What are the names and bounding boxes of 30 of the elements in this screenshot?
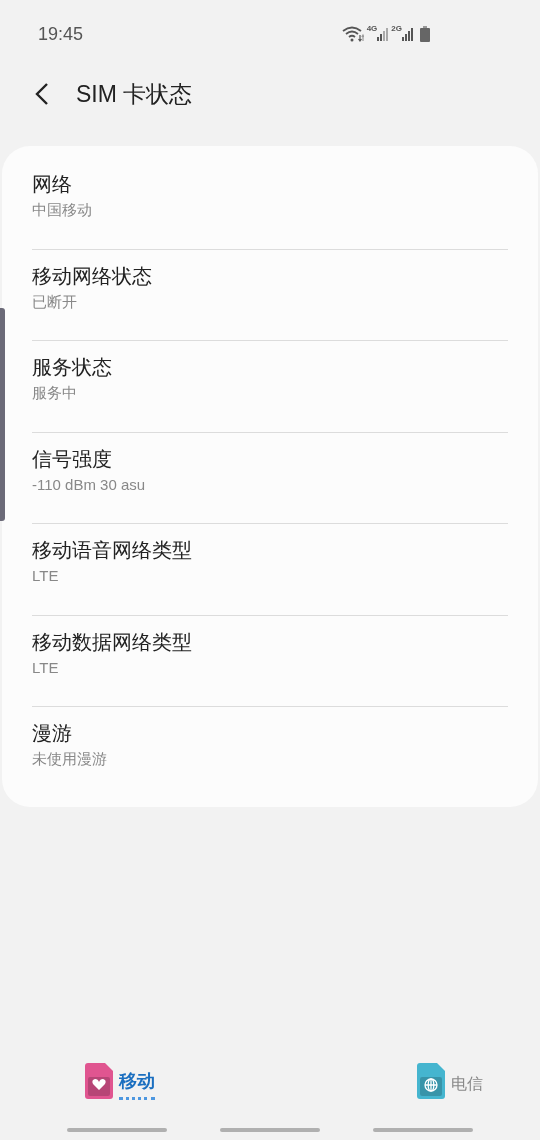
setting-title: 移动数据网络类型: [32, 629, 193, 654]
signal-icon: [377, 27, 389, 41]
sim-card-icon: [85, 1063, 113, 1099]
setting-title: 移动网络状态: [32, 263, 153, 288]
nav-bar-indicator[interactable]: [373, 1128, 474, 1132]
nav-bar-indicator[interactable]: [220, 1128, 320, 1132]
setting-value: 服务中: [32, 383, 78, 403]
wifi-icon: [341, 26, 364, 42]
sim-tab[interactable]: 电信: [210, 1062, 540, 1100]
setting-value: 已断开: [32, 291, 78, 312]
setting-value: 中国移动: [32, 200, 93, 220]
network-type-label: 2G: [391, 25, 402, 33]
setting-title: 移动语音网络类型: [32, 538, 193, 562]
setting-title: 信号强度: [32, 446, 113, 471]
edge-panel-handle[interactable]: [0, 308, 5, 521]
setting-value: 未使用漫游: [32, 749, 108, 769]
sim-card-icon: [417, 1063, 445, 1099]
setting-title: 网络: [32, 172, 73, 196]
signal-icon: [402, 27, 413, 41]
sim-tab[interactable]: 移动: [0, 1062, 210, 1100]
network-type-label: 4G: [366, 25, 378, 33]
setting-title: 漫游: [32, 721, 73, 745]
setting-value: LTE: [32, 566, 60, 586]
nav-bar-indicator[interactable]: [66, 1128, 167, 1132]
battery-icon: [420, 26, 430, 42]
setting-value: LTE: [32, 657, 60, 678]
setting-title: 服务状态: [32, 355, 113, 379]
status-time: 19:45: [38, 22, 84, 46]
page-title: SIM 卡状态: [76, 79, 193, 109]
setting-value: -110 dBm 30 asu: [32, 474, 147, 495]
